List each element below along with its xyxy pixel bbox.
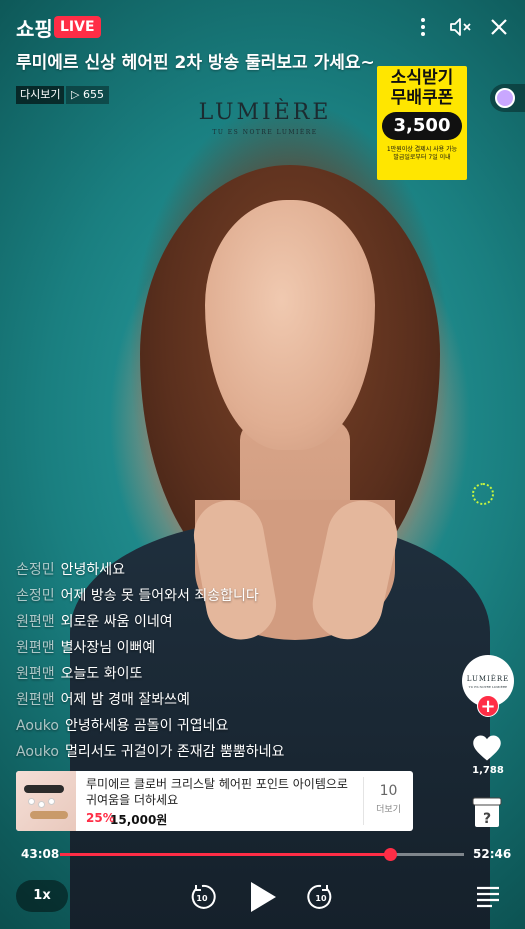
progress-bar[interactable] <box>60 848 464 861</box>
loading-ring-icon <box>472 483 494 505</box>
duration-time: 52:46 <box>473 847 512 861</box>
chat-text: 어제 밤 경매 잘봐쓰예 <box>60 692 190 708</box>
video-model-face <box>205 200 375 450</box>
replay-badge: 다시보기 <box>16 86 65 104</box>
chat-message: 손정민 어제 방송 못 들어와서 죄송합니다 <box>16 583 456 609</box>
close-icon[interactable] <box>487 15 511 39</box>
chat-user: Aouko <box>16 718 59 734</box>
chat-message: Aouko 멀리서도 귀걸이가 존재감 뿜뿜하네요 <box>16 739 456 765</box>
coupon-line1: 소식받기 <box>390 68 454 88</box>
rewind-10-icon[interactable]: 10 <box>188 883 216 911</box>
store-avatar-tagline: TU ES NOTRE LUMIÈRE <box>468 685 508 689</box>
more-count: 10 <box>379 783 398 799</box>
coupon-note-line1: 1만원이상 결제시 사용 가능 <box>386 146 458 153</box>
play-icon[interactable] <box>248 880 278 914</box>
live-badge: LIVE <box>54 16 101 38</box>
chat-message: 원편맨 별사장님 이뻐예 <box>16 635 456 661</box>
event-icon <box>495 88 515 108</box>
product-name: 루미에르 클로버 크리스탈 헤어핀 포인트 아이템으로 귀여움을 더하세요 <box>86 777 348 807</box>
forward-seconds: 10 <box>315 894 327 903</box>
quiz-box-icon[interactable]: ? <box>472 797 502 829</box>
playback-speed-button[interactable]: 1x <box>16 880 68 912</box>
heart-icon[interactable] <box>472 734 502 762</box>
progress-fill <box>60 853 391 856</box>
brand-wordmark: LUMIÈRE TU ES NOTRE LUMIÈRE <box>195 100 335 136</box>
chat-text: 안녕하세용 곰돌이 귀엽네요 <box>64 718 229 734</box>
chat-user: 원편맨 <box>16 666 55 682</box>
coupon-note: 1만원이상 결제시 사용 가능 발급일로부터 7일 이내 <box>377 146 467 162</box>
store-avatar-name: LUMIÈRE <box>466 675 510 683</box>
coupon-amount: 3,500 <box>382 112 462 140</box>
product-price: 15,000원 <box>110 813 168 827</box>
playlist-icon[interactable] <box>474 882 502 910</box>
viewer-count: ▷ 655 <box>66 86 109 104</box>
chat-text: 안녕하세요 <box>60 562 126 578</box>
forward-10-icon[interactable]: 10 <box>307 883 335 911</box>
coupon-line2: 무배쿠폰 <box>390 88 454 108</box>
like-count: 1,788 <box>472 765 504 776</box>
chat-message: 원편맨 오늘도 화이또 <box>16 661 456 687</box>
chat-message: Aouko 안녕하세용 곰돌이 귀엽네요 <box>16 713 456 739</box>
follow-button[interactable]: + <box>477 695 499 717</box>
more-vertical-icon[interactable] <box>411 15 435 39</box>
chat-text: 오늘도 화이또 <box>60 666 143 682</box>
chat-message: 손정민 안녕하세요 <box>16 557 456 583</box>
chat-user: Aouko <box>16 744 59 760</box>
brand-tagline: TU ES NOTRE LUMIÈRE <box>212 129 318 136</box>
product-card[interactable]: 루미에르 클로버 크리스탈 헤어핀 포인트 아이템으로 귀여움을 더하세요 25… <box>16 771 413 831</box>
chat-user: 원편맨 <box>16 614 55 630</box>
elapsed-time: 43:08 <box>21 847 60 861</box>
side-event-pill[interactable] <box>490 84 525 112</box>
chat-user: 원편맨 <box>16 692 55 708</box>
chat-user: 원편맨 <box>16 640 55 656</box>
coupon-banner[interactable]: 소식받기 무배쿠폰 3,500 1만원이상 결제시 사용 가능 발급일로부터 7… <box>377 66 467 180</box>
product-thumbnail <box>16 771 76 831</box>
chat-user: 손정민 <box>16 562 55 578</box>
mute-icon[interactable] <box>448 15 472 39</box>
top-bar: 쇼핑 LIVE <box>0 0 525 50</box>
chat-message: 원편맨 외로운 싸움 이네여 <box>16 609 456 635</box>
chat-list: 손정민 안녕하세요 손정민 어제 방송 못 들어와서 죄송합니다 원편맨 외로운 싸움… <box>16 557 456 765</box>
coupon-note-line2: 발급일로부터 7일 이내 <box>393 154 451 161</box>
quiz-label: ? <box>483 811 491 827</box>
chat-text: 어제 방송 못 들어와서 죄송합니다 <box>60 588 259 604</box>
chat-text: 멀리서도 귀걸이가 존재감 뿜뿜하네요 <box>64 744 285 760</box>
more-products-button[interactable]: 10 더보기 <box>363 777 413 825</box>
chat-text: 외로운 싸움 이네여 <box>60 614 173 630</box>
chat-text: 별사장님 이뻐예 <box>60 640 156 656</box>
chat-user: 손정민 <box>16 588 55 604</box>
shopping-logo[interactable]: 쇼핑 <box>16 13 53 42</box>
rewind-seconds: 10 <box>196 894 208 903</box>
brand-name: LUMIÈRE <box>198 100 332 125</box>
more-label: 더보기 <box>376 805 401 815</box>
chat-message: 원편맨 어제 밤 경매 잘봐쓰예 <box>16 687 456 713</box>
